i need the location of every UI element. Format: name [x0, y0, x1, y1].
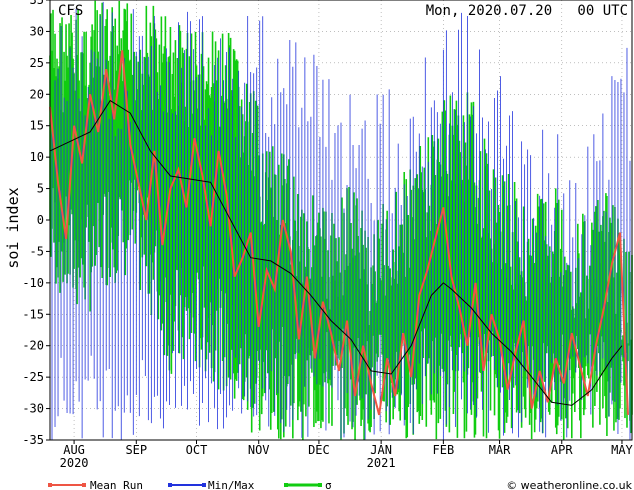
- legend: Mean Run Min/Max σ: [48, 479, 332, 490]
- y-tick-label: 5: [37, 182, 44, 196]
- x-tick-label: SEP: [125, 443, 147, 457]
- y-tick-label: -30: [22, 402, 44, 416]
- run-datetime: Mon, 2020.07.20 00 UTC: [426, 3, 628, 19]
- y-tick-label: -10: [22, 276, 44, 290]
- svg-text:σ: σ: [325, 479, 332, 490]
- x-tick-label: NOV: [248, 443, 270, 457]
- x-axis: AUG2020 SEP OCT NOV DEC JAN2021 FEB MAR APR MAY: [60, 440, 634, 470]
- y-tick-label: -35: [22, 433, 44, 447]
- y-axis: -35 -30 -25 -20 -15 -10 -5 0 5 10 15 20 25 30 35: [22, 0, 50, 447]
- model-label: CFS: [58, 3, 83, 19]
- y-axis-title: soi index: [4, 187, 22, 268]
- y-tick-label: 15: [30, 119, 44, 133]
- y-tick-label: 30: [30, 24, 44, 38]
- y-tick-label: -15: [22, 307, 44, 321]
- x-tick-year-label: 2021: [367, 456, 396, 470]
- x-tick-label: FEB: [433, 443, 455, 457]
- legend-mean-run: Mean Run: [48, 479, 143, 490]
- y-tick-label: -20: [22, 339, 44, 353]
- x-tick-label: APR: [551, 443, 573, 457]
- x-tick-label: DEC: [308, 443, 330, 457]
- y-tick-label: 10: [30, 150, 44, 164]
- legend-min-max: Min/Max: [168, 479, 255, 490]
- x-tick-label: OCT: [186, 443, 208, 457]
- legend-sigma: σ: [284, 479, 332, 490]
- x-tick-label: MAY: [611, 443, 633, 457]
- x-tick-label: AUG: [63, 443, 85, 457]
- y-tick-label: 20: [30, 87, 44, 101]
- soi-chart: -35-30-25-20-15-10-505101520253035 AUG20…: [4, 0, 634, 490]
- y-tick-label: 35: [30, 0, 44, 7]
- credit-text: © weatheronline.co.uk: [506, 479, 632, 490]
- y-tick-label: 0: [37, 213, 44, 227]
- y-tick-label: 25: [30, 56, 44, 70]
- svg-text:Mean Run: Mean Run: [90, 479, 143, 490]
- x-tick-label: MAR: [489, 443, 511, 457]
- svg-text:Min/Max: Min/Max: [208, 479, 255, 490]
- x-tick-label: JAN: [370, 443, 392, 457]
- y-tick-label: -5: [30, 244, 44, 258]
- x-tick-year-label: 2020: [60, 456, 89, 470]
- y-tick-label: -25: [22, 370, 44, 384]
